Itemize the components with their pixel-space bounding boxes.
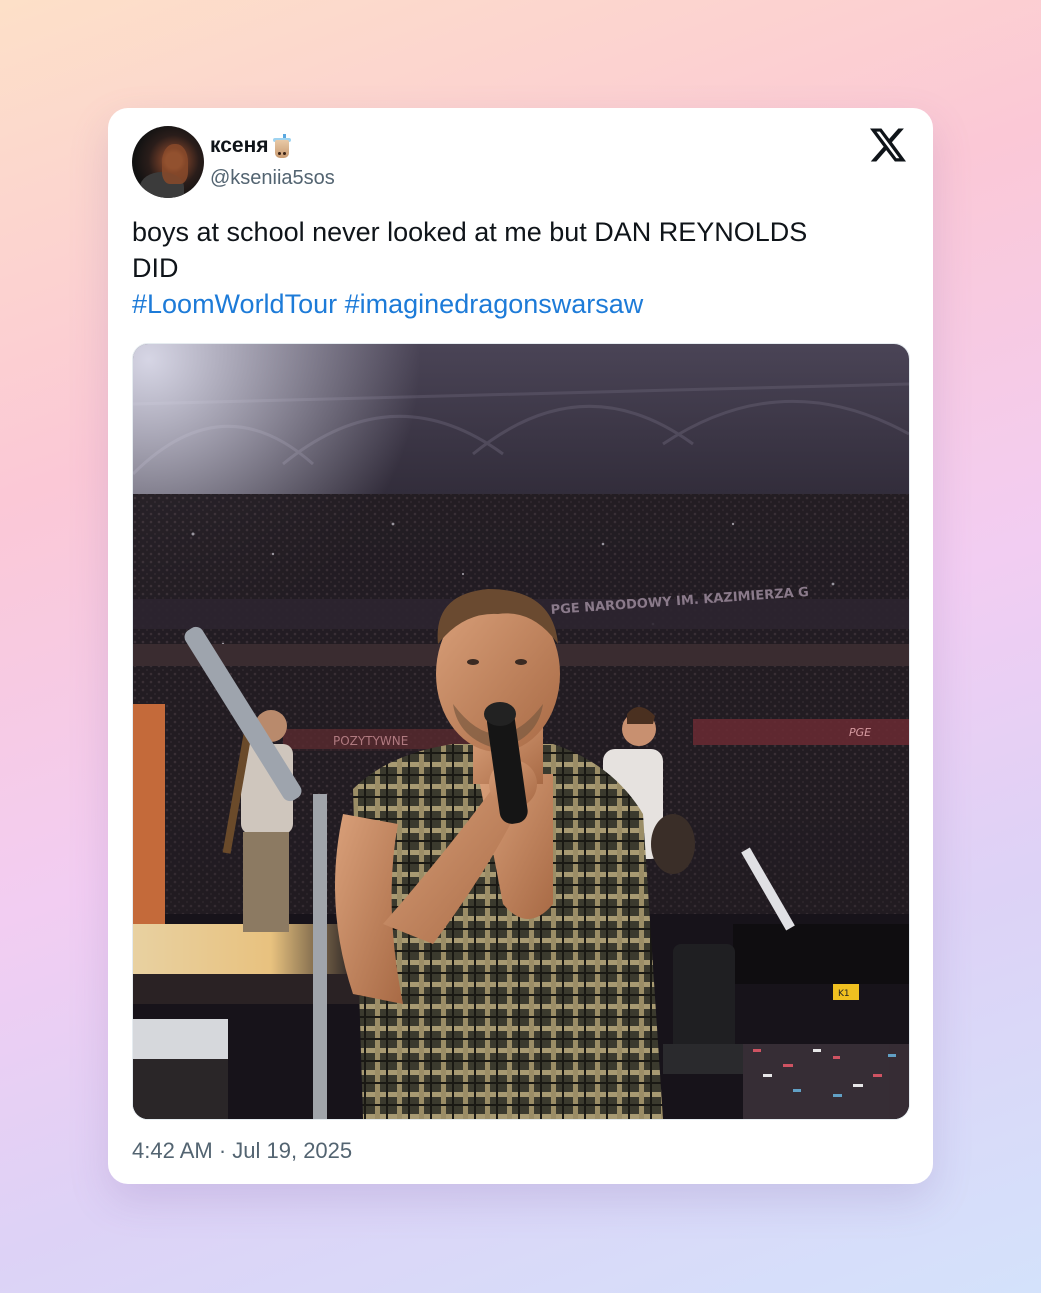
tweet-timestamp[interactable]: 4:42 AM · Jul 19, 2025 (132, 1138, 352, 1164)
case-label-text: K1 (838, 989, 850, 999)
sponsor-text: PGE (849, 726, 871, 739)
author-name[interactable]: ксеня (210, 134, 291, 158)
author-avatar[interactable] (132, 126, 204, 198)
banner-left-text: POZYTYWNE (333, 734, 408, 748)
tweet-text-line-2: DID (132, 253, 179, 283)
hashtag-row: #LoomWorldTour #imaginedragonswarsaw (132, 286, 902, 322)
hashtag-loomworldtour[interactable]: #LoomWorldTour (132, 289, 337, 319)
tweet-text-line-1: boys at school never looked at me but DA… (132, 217, 808, 247)
tweet-text: boys at school never looked at me but DA… (132, 214, 902, 322)
author-name-text: ксеня (210, 134, 269, 157)
x-logo-icon[interactable] (870, 128, 906, 162)
hashtag-imaginedragonswarsaw[interactable]: #imaginedragonswarsaw (345, 289, 644, 319)
concert-photo: PGE NARODOWY IM. KAZIMIERZA G POZYTYWNE … (133, 344, 909, 1119)
tweet-card: ксеня @kseniia5sos boys at school never … (108, 108, 933, 1184)
bubble-tea-icon (272, 134, 291, 158)
author-handle[interactable]: @kseniia5sos (210, 167, 335, 190)
tweet-photo[interactable]: PGE NARODOWY IM. KAZIMIERZA G POZYTYWNE … (132, 343, 910, 1120)
